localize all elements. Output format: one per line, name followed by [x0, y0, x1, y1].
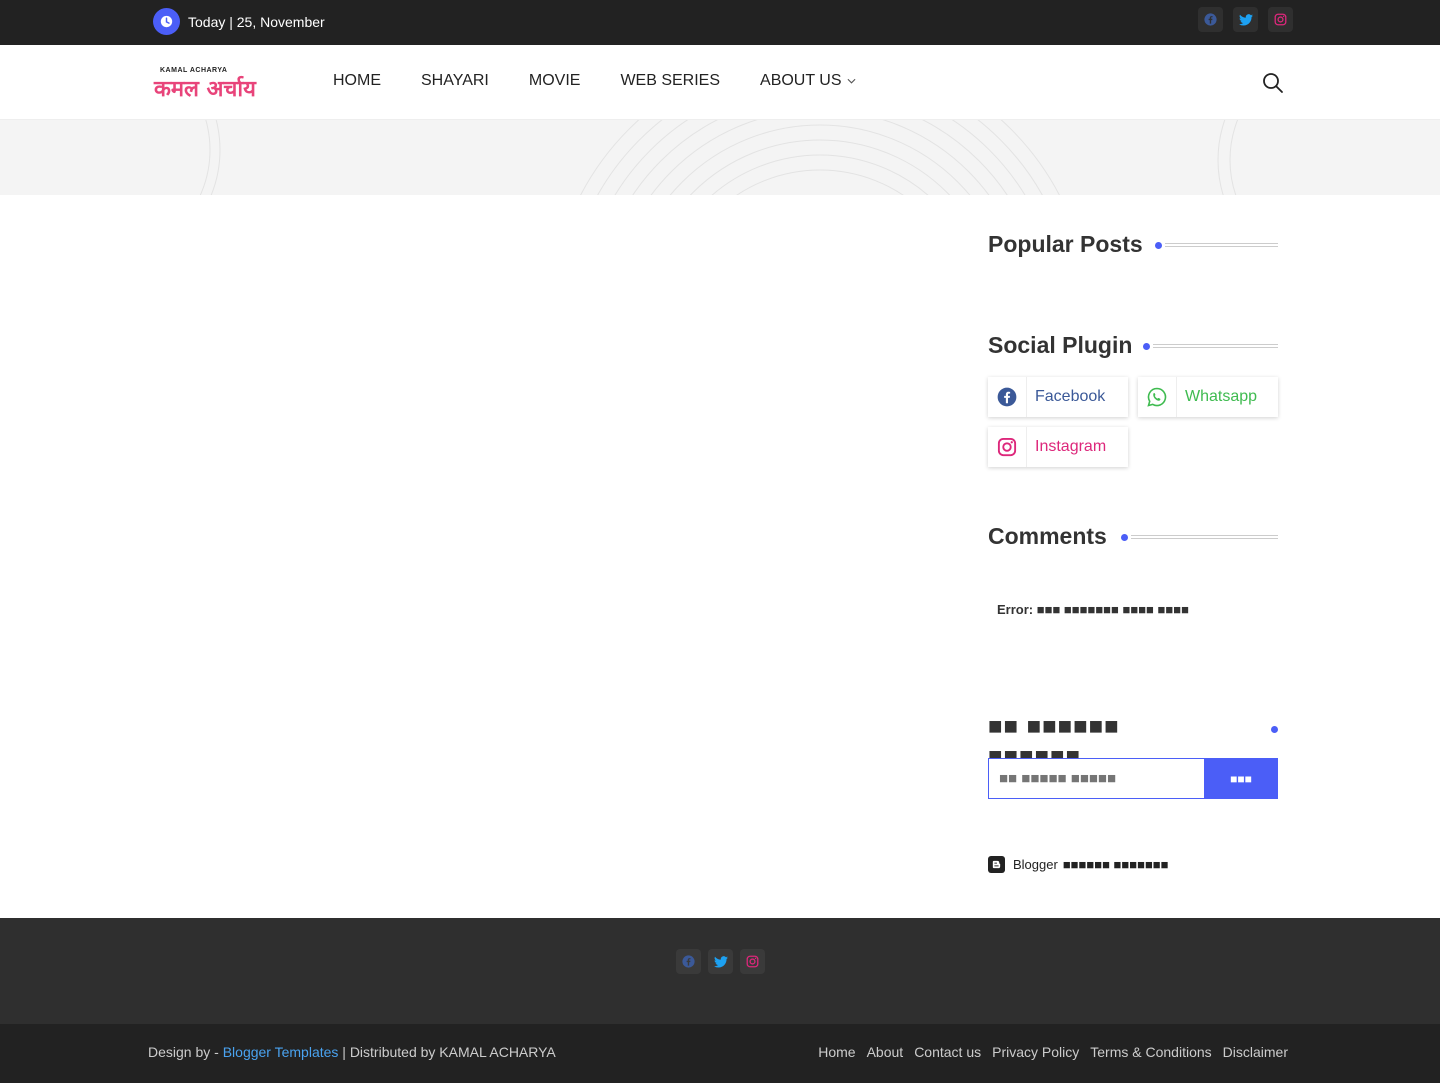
comments-error: Error: ■■■ ■■■■■■■ ■■■■ ■■■■ — [997, 602, 1189, 617]
facebook-label: Facebook — [1035, 388, 1106, 405]
nav-label: SHAYARI — [421, 72, 489, 89]
blogger-badge[interactable]: Blogger ■■■■■■ ■■■■■■■ — [988, 856, 1169, 873]
hero-pattern — [0, 120, 1239, 195]
error-text: ■■■ ■■■■■■■ ■■■■ ■■■■ — [1036, 602, 1189, 617]
title-line — [1153, 344, 1278, 348]
follow-submit-button[interactable]: ■■■ — [1204, 758, 1278, 799]
footer-link-home[interactable]: Home — [818, 1044, 855, 1060]
comments-title: Comments — [988, 523, 1107, 549]
nav-item-about-us[interactable]: ABOUT US — [760, 72, 856, 90]
footer-link-privacy[interactable]: Privacy Policy — [992, 1044, 1079, 1060]
main-nav: HOME SHAYARI MOVIE WEB SERIES ABOUT US — [333, 72, 896, 90]
nav-item-web-series[interactable]: WEB SERIES — [620, 72, 720, 90]
footer-link-terms[interactable]: Terms & Conditions — [1090, 1044, 1211, 1060]
nav-label: HOME — [333, 72, 381, 89]
whatsapp-icon — [1138, 377, 1177, 417]
title-line — [1165, 243, 1278, 247]
twitter-icon[interactable] — [708, 949, 733, 974]
footer-nav: Home About Contact us Privacy Policy Ter… — [818, 1044, 1288, 1060]
date-text: Today | 25, November — [188, 13, 325, 30]
footer-link-disclaimer[interactable]: Disclaimer — [1223, 1044, 1288, 1060]
popular-posts-title: Popular Posts — [988, 231, 1143, 257]
logo-big-text: कमल अर्चाय — [154, 77, 256, 102]
credit-suffix: | Distributed by KAMAL ACHARYA — [342, 1044, 556, 1060]
blogger-text: ■■■■■■ ■■■■■■■ — [1062, 857, 1169, 872]
social-plugin-title: Social Plugin — [988, 332, 1133, 358]
footer — [0, 918, 1440, 1024]
facebook-button[interactable]: Facebook — [988, 377, 1128, 417]
nav-item-home[interactable]: HOME — [333, 72, 381, 90]
instagram-label: Instagram — [1035, 438, 1107, 455]
title-line — [1131, 535, 1278, 539]
chevron-down-icon — [847, 76, 856, 87]
facebook-icon — [988, 377, 1027, 417]
credit-link[interactable]: Blogger Templates — [223, 1044, 339, 1060]
clock-icon — [153, 8, 180, 35]
nav-label: WEB SERIES — [620, 72, 721, 89]
footer-link-about[interactable]: About — [867, 1044, 904, 1060]
facebook-icon[interactable] — [1198, 7, 1223, 32]
bottom-bar: Design by - Blogger Templates | Distribu… — [0, 1024, 1440, 1083]
whatsapp-button[interactable]: Whatsapp — [1138, 377, 1278, 417]
instagram-icon[interactable] — [1268, 7, 1293, 32]
title-dot — [1271, 726, 1278, 733]
footer-social-links — [676, 949, 765, 974]
nav-item-movie[interactable]: MOVIE — [529, 72, 581, 90]
instagram-icon[interactable] — [740, 949, 765, 974]
email-field[interactable] — [988, 758, 1205, 799]
top-social-links — [1198, 7, 1293, 32]
credit-prefix: Design by - — [148, 1044, 219, 1060]
instagram-button[interactable]: Instagram — [988, 427, 1128, 467]
nav-label: ABOUT US — [760, 72, 842, 89]
nav-label: MOVIE — [528, 72, 581, 89]
date-display: Today | 25, November — [153, 8, 325, 35]
facebook-icon[interactable] — [676, 949, 701, 974]
twitter-icon[interactable] — [1233, 7, 1258, 32]
site-logo[interactable]: KAMAL ACHARYA कमल अर्चाय — [154, 67, 292, 102]
title-dot — [1155, 242, 1162, 249]
title-dot — [1143, 343, 1150, 350]
instagram-icon — [988, 427, 1027, 467]
title-dot — [1121, 534, 1128, 541]
whatsapp-label: Whatsapp — [1185, 388, 1258, 405]
hero-banner — [0, 120, 1440, 195]
top-bar: Today | 25, November — [0, 0, 1440, 45]
search-icon[interactable] — [1262, 72, 1284, 94]
site-header: KAMAL ACHARYA कमल अर्चाय HOME SHAYARI MO… — [0, 45, 1440, 120]
blogger-label: Blogger — [1013, 857, 1058, 872]
footer-link-contact[interactable]: Contact us — [914, 1044, 981, 1060]
credit-text: Design by - Blogger Templates | Distribu… — [148, 1044, 556, 1060]
nav-item-shayari[interactable]: SHAYARI — [421, 72, 489, 90]
blogger-icon — [988, 856, 1005, 873]
error-prefix: Error: — [997, 602, 1034, 617]
